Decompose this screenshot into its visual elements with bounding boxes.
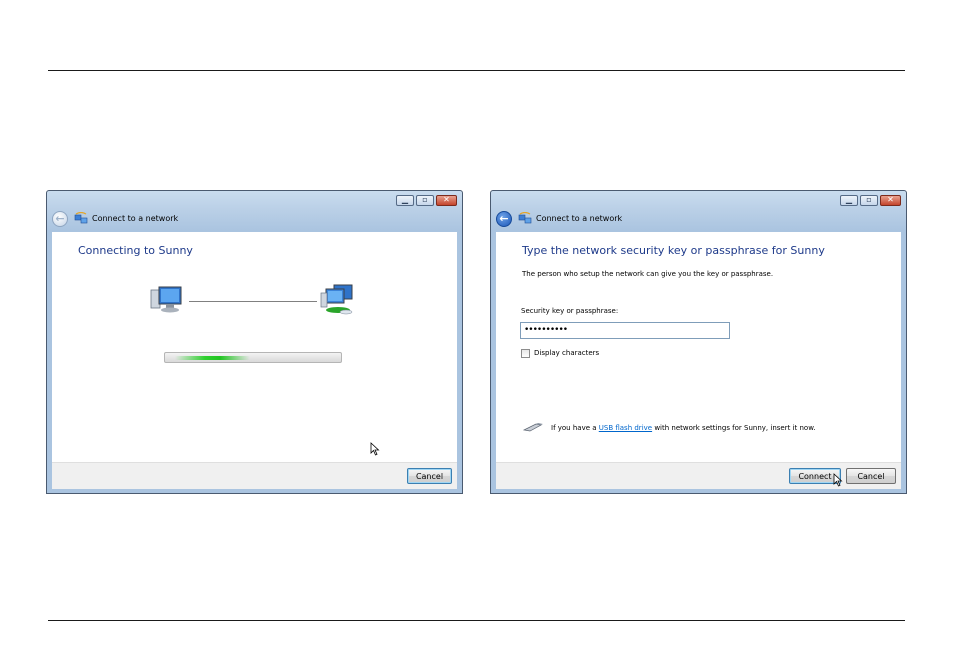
maximize-icon[interactable]: ▫ xyxy=(416,195,434,206)
checkbox-label: Display characters xyxy=(534,349,600,357)
window-title: Connect to a network xyxy=(536,214,623,223)
top-rule xyxy=(48,70,905,71)
usb-text-before: If you have a xyxy=(551,424,599,432)
page-title: Type the network security key or passphr… xyxy=(522,244,825,257)
security-key-input[interactable]: •••••••••• xyxy=(520,322,730,339)
content-area: Type the network security key or passphr… xyxy=(496,232,901,462)
button-bar: Connect Cancel xyxy=(496,462,901,489)
maximize-icon[interactable]: ▫ xyxy=(860,195,878,206)
usb-drive-icon xyxy=(522,423,543,432)
close-icon[interactable]: ✕ xyxy=(880,195,901,206)
computer-icon xyxy=(150,286,182,313)
display-characters-checkbox[interactable] xyxy=(521,349,530,358)
network-computers-icon xyxy=(320,284,353,315)
page-title: Connecting to Sunny xyxy=(78,244,193,257)
back-arrow-icon[interactable]: ← xyxy=(496,211,512,227)
window-title: Connect to a network xyxy=(92,214,179,223)
connecting-window: ▁ ▫ ✕ ← Connect to a network Connecting … xyxy=(46,190,463,494)
mouse-cursor-icon xyxy=(833,473,843,487)
network-icon xyxy=(74,212,88,224)
cancel-button[interactable]: Cancel xyxy=(846,468,896,484)
field-label: Security key or passphrase: xyxy=(521,307,619,315)
bottom-rule xyxy=(48,620,905,621)
network-icon xyxy=(518,212,532,224)
usb-text-after: with network settings for Sunny, insert … xyxy=(652,424,816,432)
minimize-icon[interactable]: ▁ xyxy=(840,195,858,206)
close-icon[interactable]: ✕ xyxy=(436,195,457,206)
progress-fill xyxy=(175,356,250,360)
connection-line xyxy=(189,301,317,302)
window-controls: ▁ ▫ ✕ xyxy=(840,195,901,206)
instruction-text: The person who setup the network can giv… xyxy=(522,270,774,278)
back-arrow-icon: ← xyxy=(52,211,68,227)
cancel-button[interactable]: Cancel xyxy=(407,468,452,484)
minimize-icon[interactable]: ▁ xyxy=(396,195,414,206)
connection-progress-bar xyxy=(164,352,342,363)
window-controls: ▁ ▫ ✕ xyxy=(396,195,457,206)
security-key-window: ▁ ▫ ✕ ← Connect to a network Type the ne… xyxy=(490,190,907,494)
usb-flash-drive-link[interactable]: USB flash drive xyxy=(599,424,652,432)
usb-hint: If you have a USB flash drive with netwo… xyxy=(551,424,816,432)
button-bar: Cancel xyxy=(52,462,457,489)
content-area: Connecting to Sunny xyxy=(52,232,457,462)
mouse-cursor-icon xyxy=(370,442,380,456)
